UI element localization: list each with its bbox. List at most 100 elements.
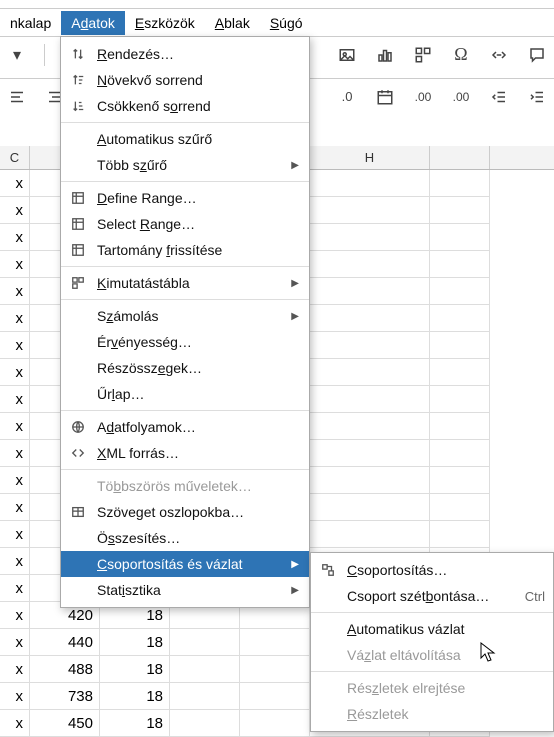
grouping-submenu-item-0[interactable]: Csoportosítás… — [311, 557, 553, 583]
data-menu-item-11[interactable]: Kimutatástábla▶ — [61, 270, 309, 296]
cell[interactable]: x — [0, 386, 30, 413]
cell[interactable] — [430, 278, 490, 305]
data-menu-item-25[interactable]: Statisztika▶ — [61, 577, 309, 603]
cell[interactable] — [310, 170, 430, 197]
cell[interactable]: x — [0, 170, 30, 197]
data-menu-item-15[interactable]: Részösszegek… — [61, 355, 309, 381]
cell[interactable]: x — [0, 629, 30, 656]
data-menu-item-7[interactable]: Define Range… — [61, 185, 309, 211]
date-format-icon[interactable] — [374, 86, 396, 108]
cell[interactable] — [430, 386, 490, 413]
cell[interactable]: x — [0, 413, 30, 440]
data-menu-item-23[interactable]: Összesítés… — [61, 525, 309, 551]
cell[interactable]: x — [0, 683, 30, 710]
remove-decimal-icon[interactable]: .00 — [450, 86, 472, 108]
cell[interactable]: x — [0, 710, 30, 737]
cell[interactable]: x — [0, 251, 30, 278]
add-decimal-icon[interactable]: .00 — [412, 86, 434, 108]
cell[interactable]: x — [0, 197, 30, 224]
cell[interactable] — [310, 251, 430, 278]
menubar-item-eszkozok[interactable]: Eszközök — [125, 11, 205, 35]
cell[interactable] — [430, 359, 490, 386]
cell[interactable] — [240, 656, 310, 683]
data-menu-item-4[interactable]: Automatikus szűrő — [61, 126, 309, 152]
decrease-indent-icon[interactable] — [488, 86, 510, 108]
data-menu-item-16[interactable]: Űrlap… — [61, 381, 309, 407]
cell[interactable]: 18 — [100, 629, 170, 656]
menubar-item-ablak[interactable]: Ablak — [205, 11, 260, 35]
cell[interactable] — [240, 710, 310, 737]
cell[interactable] — [310, 467, 430, 494]
cell[interactable]: 450 — [30, 710, 100, 737]
insert-pivot-icon[interactable] — [412, 44, 434, 66]
cell[interactable]: x — [0, 332, 30, 359]
col-header-h[interactable]: H — [310, 146, 430, 169]
insert-image-icon[interactable] — [336, 44, 358, 66]
cell[interactable] — [170, 683, 240, 710]
data-menu-item-13[interactable]: Számolás▶ — [61, 303, 309, 329]
cell[interactable] — [430, 224, 490, 251]
cell[interactable] — [310, 440, 430, 467]
cell[interactable]: x — [0, 278, 30, 305]
data-menu-item-5[interactable]: Több szűrő▶ — [61, 152, 309, 178]
data-menu-item-1[interactable]: Növekvő sorrend — [61, 67, 309, 93]
cell[interactable] — [310, 224, 430, 251]
menubar-item-munkalap[interactable]: nkalap — [0, 11, 61, 35]
insert-hyperlink-icon[interactable] — [488, 44, 510, 66]
align-icon[interactable] — [6, 86, 28, 108]
cell[interactable]: x — [0, 521, 30, 548]
data-menu-item-24[interactable]: Csoportosítás és vázlat▶ — [61, 551, 309, 577]
cell[interactable]: x — [0, 602, 30, 629]
cell[interactable]: 18 — [100, 710, 170, 737]
cell[interactable]: x — [0, 656, 30, 683]
cell[interactable]: x — [0, 440, 30, 467]
grouping-submenu-item-3[interactable]: Automatikus vázlat — [311, 616, 553, 642]
cell[interactable]: x — [0, 548, 30, 575]
cell[interactable] — [430, 494, 490, 521]
cell[interactable] — [430, 440, 490, 467]
data-menu-item-18[interactable]: Adatfolyamok… — [61, 414, 309, 440]
cell[interactable]: x — [0, 494, 30, 521]
cell[interactable] — [240, 683, 310, 710]
cell[interactable]: 18 — [100, 656, 170, 683]
cell[interactable] — [430, 305, 490, 332]
data-menu-item-19[interactable]: XML forrás… — [61, 440, 309, 466]
cell[interactable] — [310, 521, 430, 548]
cell[interactable]: 440 — [30, 629, 100, 656]
cell[interactable]: 738 — [30, 683, 100, 710]
cell[interactable] — [430, 467, 490, 494]
data-menu-item-2[interactable]: Csökkenő sorrend — [61, 93, 309, 119]
data-menu-item-22[interactable]: Szöveget oszlopokba… — [61, 499, 309, 525]
cell[interactable] — [170, 656, 240, 683]
number-format-icon[interactable]: .0 — [336, 86, 358, 108]
cell[interactable]: 18 — [100, 683, 170, 710]
cell[interactable] — [430, 197, 490, 224]
col-header-c[interactable]: C — [0, 146, 30, 169]
cell[interactable] — [430, 332, 490, 359]
menubar-item-sugo[interactable]: Súgó — [260, 11, 313, 35]
cell[interactable] — [430, 251, 490, 278]
increase-indent-icon[interactable] — [526, 86, 548, 108]
cell[interactable]: x — [0, 224, 30, 251]
data-menu-item-9[interactable]: Tartomány frissítése — [61, 237, 309, 263]
insert-comment-icon[interactable] — [526, 44, 548, 66]
cell[interactable] — [430, 413, 490, 440]
cell[interactable]: x — [0, 467, 30, 494]
cell[interactable] — [310, 386, 430, 413]
cell[interactable] — [310, 197, 430, 224]
cell[interactable] — [240, 629, 310, 656]
cell[interactable] — [310, 413, 430, 440]
col-header-i[interactable] — [430, 146, 490, 169]
cell[interactable]: 488 — [30, 656, 100, 683]
cell[interactable] — [310, 332, 430, 359]
cell[interactable]: x — [0, 575, 30, 602]
cell[interactable] — [170, 710, 240, 737]
data-menu-item-14[interactable]: Érvényesség… — [61, 329, 309, 355]
cell[interactable] — [430, 521, 490, 548]
menubar-item-adatok[interactable]: Adatok — [61, 11, 125, 35]
insert-symbol-icon[interactable]: Ω — [450, 44, 472, 66]
cell[interactable] — [310, 359, 430, 386]
data-menu-item-0[interactable]: Rendezés… — [61, 41, 309, 67]
cell[interactable]: x — [0, 359, 30, 386]
cell[interactable] — [310, 278, 430, 305]
